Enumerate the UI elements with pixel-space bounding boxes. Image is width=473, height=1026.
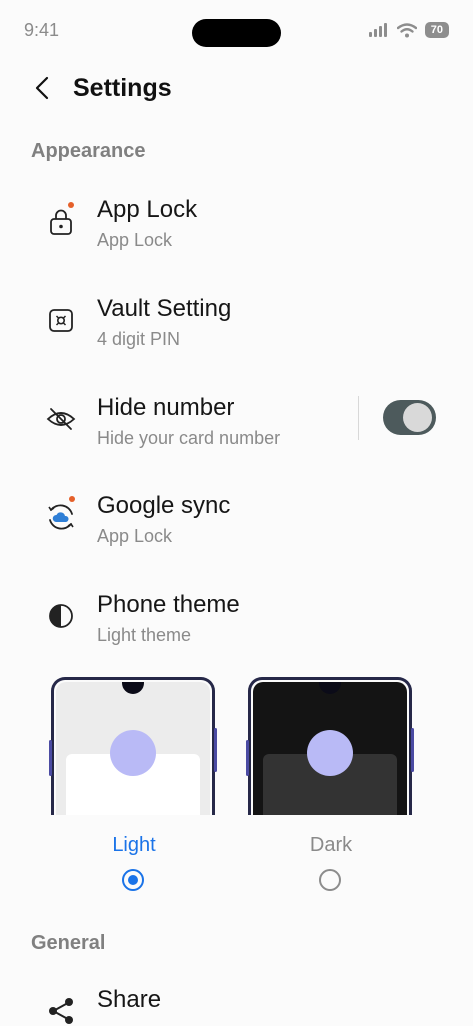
preview-notch [319,682,341,694]
padlock-icon [50,209,72,235]
preview-notch [122,682,144,694]
theme-radio-light[interactable] [122,869,144,891]
settings-item-share[interactable]: Share [0,986,473,1024]
item-subtitle: 4 digit PIN [97,329,181,349]
status-bar: 9:41 70 [0,0,473,60]
status-time: 9:41 [24,20,60,40]
item-subtitle: App Lock [97,230,173,250]
hide-number-toggle[interactable] [383,400,436,435]
page-title: Settings [73,74,172,102]
item-subtitle: App Lock [97,526,173,546]
contrast-icon [49,604,73,628]
notification-dot [69,496,75,502]
wifi-icon [396,22,417,37]
battery-icon: 70 [424,22,449,38]
back-chevron-icon[interactable] [32,76,54,100]
item-title: App Lock [97,196,198,223]
divider [358,396,359,440]
status-icons: 70 [368,22,449,38]
settings-item-vault[interactable]: Vault Setting 4 digit PIN [0,295,473,375]
phone-side-button [246,740,249,776]
item-subtitle: Hide your card number [97,428,281,448]
vault-icon [49,309,73,332]
phone-side-button [49,740,52,776]
toggle-knob [403,403,432,432]
item-title: Google sync [97,492,231,519]
cloud-sync-icon [48,504,74,530]
notification-dot [68,202,74,208]
cellular-signal-icon [368,23,387,37]
light-theme-preview[interactable] [51,677,215,815]
item-title: Hide number [97,394,235,421]
item-title: Vault Setting [97,295,232,322]
preview-avatar [110,730,156,776]
header: Settings [0,68,473,112]
theme-radio-dark[interactable] [319,869,341,891]
share-icon [49,998,73,1024]
settings-item-google-sync[interactable]: Google sync App Lock [0,492,473,572]
section-general: General [31,932,106,954]
theme-option-light-label: Light [112,834,156,856]
dark-theme-preview[interactable] [248,677,412,815]
theme-option-dark-label: Dark [309,834,353,856]
preview-screen [253,682,407,815]
preview-screen [56,682,210,815]
phone-side-button [214,728,217,772]
settings-item-phone-theme[interactable]: Phone theme Light theme [0,591,473,671]
item-title: Share [97,986,162,1013]
item-subtitle: Light theme [97,625,192,645]
eye-off-icon [46,408,76,430]
phone-side-button [411,728,414,772]
preview-avatar [307,730,353,776]
section-appearance: Appearance [31,140,146,162]
settings-item-app-lock[interactable]: App Lock App Lock [0,196,473,276]
dynamic-island [192,19,281,47]
item-title: Phone theme [97,591,240,618]
